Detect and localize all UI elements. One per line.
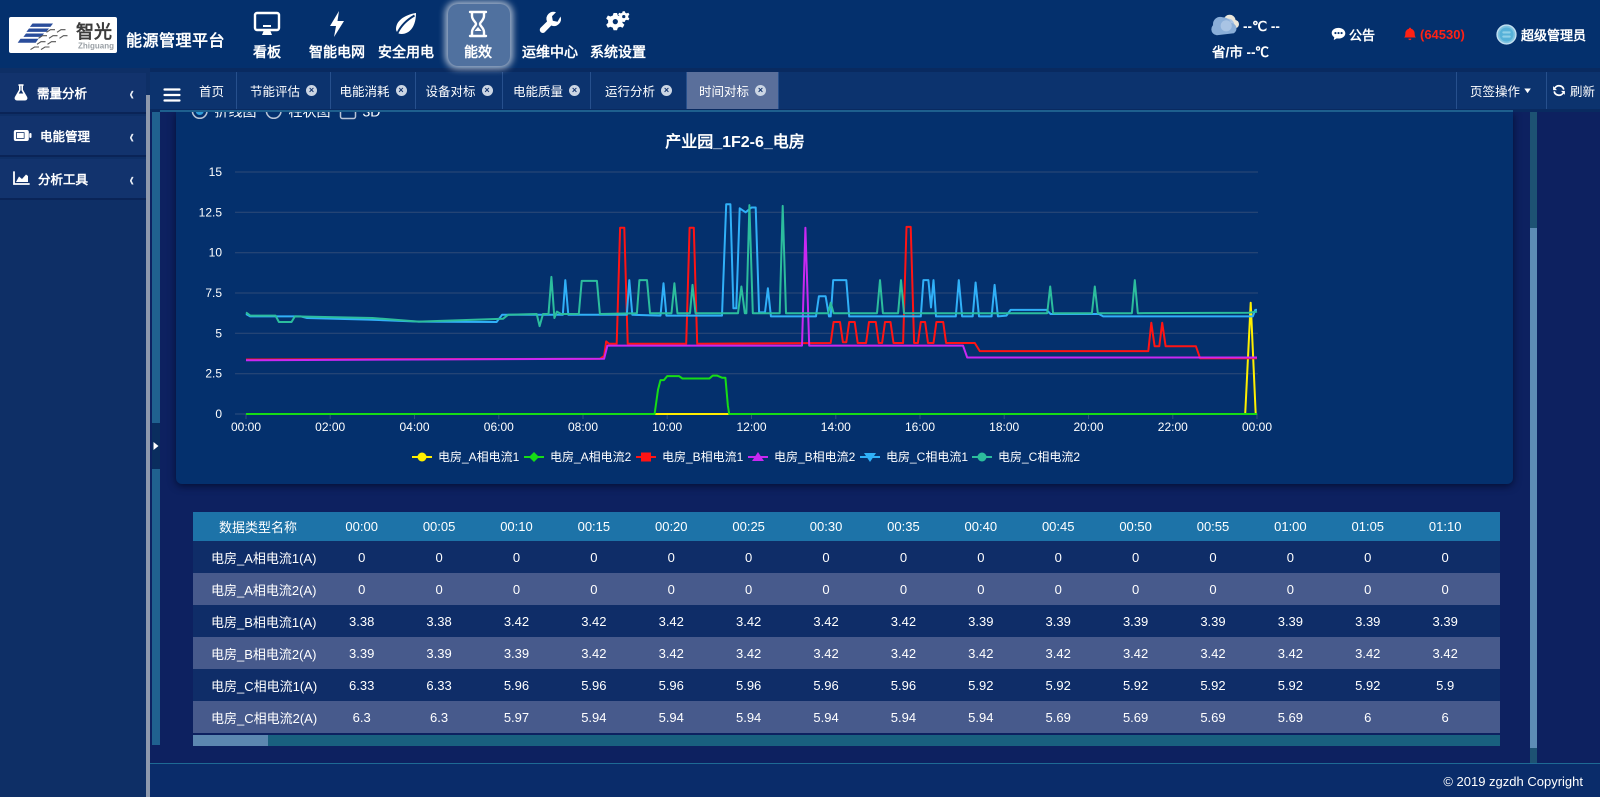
svg-text:02:00: 02:00	[315, 420, 345, 434]
svg-text:0: 0	[215, 407, 222, 421]
svg-text:产业园_1F2-6_电房: 产业园_1F2-6_电房	[665, 132, 805, 151]
svg-text:14:00: 14:00	[821, 420, 851, 434]
svg-text:电房_B相电流1: 电房_B相电流1	[662, 449, 744, 464]
svg-text:08:00: 08:00	[568, 420, 598, 434]
svg-text:电房_C相电流2: 电房_C相电流2	[998, 449, 1080, 464]
svg-text:10:00: 10:00	[652, 420, 682, 434]
svg-text:电房_A相电流1: 电房_A相电流1	[438, 449, 520, 464]
svg-text:04:00: 04:00	[399, 420, 429, 434]
svg-text:20:00: 20:00	[1073, 420, 1103, 434]
svg-text:22:00: 22:00	[1158, 420, 1188, 434]
svg-text:Zhiguang: Zhiguang	[78, 42, 114, 51]
svg-text:2.5: 2.5	[205, 367, 222, 381]
svg-text:电房_B相电流2: 电房_B相电流2	[774, 449, 856, 464]
svg-text:智光: 智光	[76, 21, 112, 42]
svg-text:电房_A相电流2: 电房_A相电流2	[550, 449, 632, 464]
svg-text:折线图: 折线图	[215, 112, 257, 120]
svg-text:06:00: 06:00	[484, 420, 514, 434]
svg-text:柱状图: 柱状图	[289, 112, 331, 120]
svg-text:3D: 3D	[363, 112, 381, 120]
svg-text:5: 5	[215, 326, 222, 340]
svg-text:12:00: 12:00	[736, 420, 766, 434]
svg-text:7.5: 7.5	[205, 286, 222, 300]
svg-text:16:00: 16:00	[905, 420, 935, 434]
svg-text:18:00: 18:00	[989, 420, 1019, 434]
svg-text:15: 15	[209, 165, 223, 179]
svg-text:00:00: 00:00	[231, 420, 261, 434]
svg-text:00:00: 00:00	[1242, 420, 1272, 434]
svg-text:电房_C相电流1: 电房_C相电流1	[886, 449, 968, 464]
svg-text:12.5: 12.5	[199, 205, 223, 219]
svg-text:10: 10	[209, 246, 223, 260]
